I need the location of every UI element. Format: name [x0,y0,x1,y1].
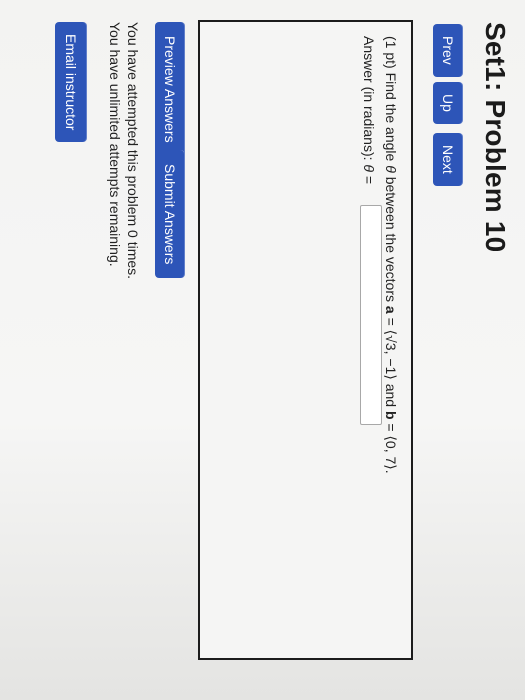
problem-page: Set1: Problem 10 Prev Up Next (1 pt) Fin… [0,0,525,700]
answer-label: Answer (in radians): [361,36,377,161]
email-instructor-button[interactable]: Email instructor [55,22,87,143]
vector-a-name: a [383,305,399,314]
problem-question: (1 pt) Find the angle θ between the vect… [382,36,399,474]
answer-equals: = [361,175,377,185]
page-title: Set1: Problem 10 [480,22,511,253]
vector-b-name: b [383,410,399,420]
answer-input[interactable] [360,205,382,425]
remaining-message: You have unlimited attempts remaining. [107,22,123,267]
theta-symbol: θ [383,165,399,173]
answer-line: Answer (in radians): θ = [361,36,377,184]
answer-var: θ [361,164,377,172]
preview-answers-button[interactable]: Preview Answers [155,22,185,157]
question-middle: between the vectors [383,176,399,302]
problem-box: (1 pt) Find the angle θ between the vect… [198,20,413,660]
vector-a-value: ⟨√3, −1⟩ [383,329,399,380]
points-label: (1 pt) [383,36,399,69]
question-prefix: Find the angle [383,72,399,162]
vector-b-value: ⟨0, 7⟩. [383,435,399,474]
equals-sign-b: = [383,423,399,432]
and-word: and [383,383,399,408]
submit-answers-button[interactable]: Submit Answers [155,150,185,279]
prev-button[interactable]: Prev [433,24,463,77]
attempts-message: You have attempted this problem 0 times. [125,22,141,280]
up-button[interactable]: Up [433,82,463,124]
next-button[interactable]: Next [433,133,463,186]
equals-sign-a: = [383,317,399,326]
